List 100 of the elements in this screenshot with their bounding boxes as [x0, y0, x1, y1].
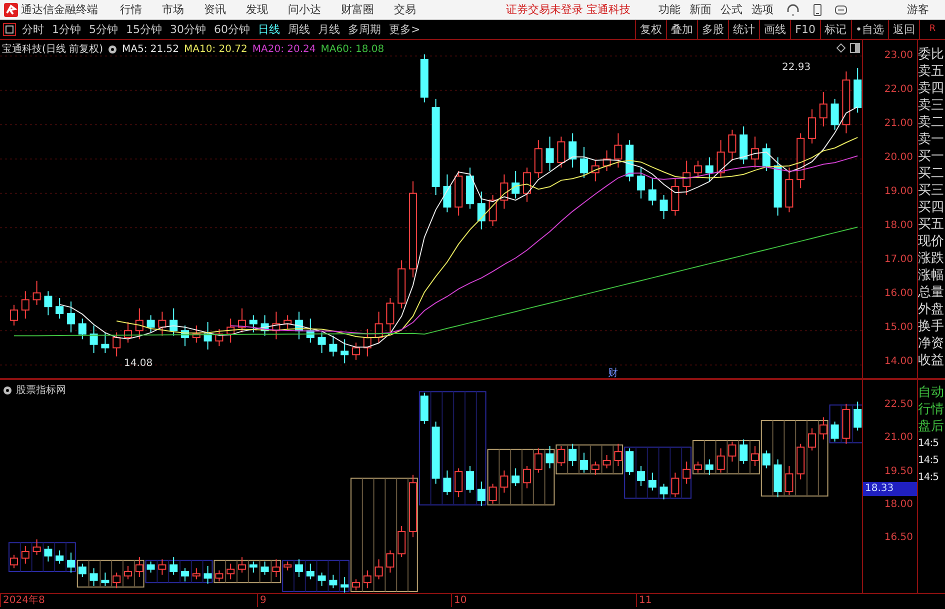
menu-item[interactable]: 行情 — [120, 2, 142, 17]
candlestick — [819, 416, 828, 440]
candlestick — [32, 538, 41, 556]
candlestick — [534, 448, 542, 474]
menu-item[interactable]: 市场 — [162, 2, 184, 17]
candlestick — [477, 481, 486, 506]
candlestick — [21, 290, 30, 320]
toolbar-item[interactable]: 公式 — [720, 2, 742, 17]
date-axis-label: 11 — [636, 594, 652, 607]
candlestick — [432, 421, 440, 484]
candlestick — [374, 558, 383, 580]
candlestick — [637, 167, 645, 199]
message-icon[interactable] — [834, 2, 848, 16]
period-tab[interactable]: 周线 — [288, 22, 310, 37]
candlestick — [398, 526, 406, 558]
period-tab[interactable]: 5分钟 — [89, 22, 118, 37]
moving-average-label: MA10: 20.72 — [184, 44, 248, 54]
period-tab[interactable]: 更多> — [389, 22, 420, 37]
menu-item[interactable]: 问小达 — [288, 2, 321, 17]
menu-item[interactable]: 发现 — [246, 2, 268, 17]
candlestick — [215, 328, 224, 347]
period-tab[interactable]: 月线 — [318, 22, 340, 37]
price-axis-label: 19.00 — [884, 185, 913, 199]
quote-field-label: 买三 — [918, 182, 945, 199]
candlestick — [626, 140, 634, 182]
candlestick — [716, 448, 725, 474]
candlestick — [249, 561, 258, 574]
chart-tool-button[interactable]: 复权 — [635, 20, 666, 39]
candlestick — [774, 156, 782, 216]
candlestick — [352, 342, 360, 360]
period-tab[interactable]: 30分钟 — [170, 22, 206, 37]
candlestick — [614, 132, 622, 168]
candlestick — [329, 574, 338, 589]
chart-tool-button[interactable]: 画线 — [759, 20, 790, 39]
settings-icon[interactable] — [3, 386, 12, 394]
candlestick — [854, 68, 862, 114]
quote-mode-label[interactable]: 盘后 — [918, 418, 945, 435]
chart-tool-button[interactable]: 统计 — [728, 20, 760, 39]
chart-tool-button[interactable]: F10 — [790, 20, 820, 39]
quote-field-label: 卖五 — [918, 63, 945, 80]
candlestick — [329, 335, 338, 357]
price-axis-label: 22.00 — [884, 83, 913, 97]
quote-field-label: 外盘 — [918, 301, 945, 318]
quote-mode-label[interactable]: 自动 — [918, 384, 945, 401]
price-axis-label: 17.00 — [884, 253, 913, 267]
chart-tool-button[interactable]: 返回 — [888, 20, 919, 39]
menu-item[interactable]: 交易 — [394, 2, 416, 17]
candlestick — [534, 140, 542, 178]
candlestick — [705, 156, 714, 182]
chart-tool-button[interactable]: 叠加 — [666, 20, 698, 39]
period-tab[interactable]: 分时 — [22, 22, 44, 37]
period-tab[interactable]: 日线 — [258, 22, 280, 37]
period-tab[interactable]: 1分钟 — [52, 22, 81, 37]
candlestick — [260, 314, 269, 336]
diamond-icon[interactable] — [836, 43, 846, 53]
candlestick — [112, 572, 121, 589]
toolbar-item[interactable]: 选项 — [752, 2, 774, 17]
candlestick — [306, 563, 314, 580]
chart-tool-button[interactable]: •自选 — [850, 20, 888, 39]
settings-icon[interactable] — [108, 44, 117, 54]
quote-field-label: 买一 — [918, 148, 945, 165]
toolbar-item[interactable]: 新面 — [690, 2, 712, 17]
candlestick — [591, 461, 600, 476]
candlestick — [10, 304, 18, 326]
candlestick — [500, 174, 508, 210]
candlestick — [112, 332, 121, 357]
menu-item[interactable]: 资讯 — [204, 2, 226, 17]
chart-tool-button[interactable]: 标记 — [820, 20, 850, 39]
price-axis-label: 22.50 — [884, 398, 913, 412]
quote-field-label: 买五 — [918, 216, 945, 233]
candlestick — [728, 129, 736, 162]
toolbar-item[interactable]: 功能 — [658, 2, 680, 17]
candlestick — [44, 290, 52, 316]
date-axis-label: 2024年8 — [0, 594, 45, 607]
panel-icon[interactable] — [850, 43, 860, 53]
candlestick — [56, 550, 64, 564]
candlestick — [170, 308, 178, 336]
chart-tool-button[interactable]: 多股 — [697, 20, 728, 39]
menu-item[interactable]: 财富圈 — [341, 2, 374, 17]
quote-field-label: 涨幅 — [918, 267, 945, 284]
candlestick — [580, 146, 588, 178]
period-tab[interactable]: 多周期 — [348, 22, 381, 37]
candlestick — [546, 136, 554, 172]
candlestick — [671, 177, 680, 216]
period-tab[interactable]: 60分钟 — [214, 22, 250, 37]
period-tab[interactable]: 15分钟 — [126, 22, 162, 37]
candlestick — [568, 443, 577, 467]
current-price-label: 18.33 — [863, 482, 917, 496]
candlestick — [56, 298, 64, 320]
candlestick — [238, 308, 246, 333]
candlestick — [146, 314, 155, 333]
quote-mode-label[interactable]: 行情 — [918, 401, 945, 418]
user-name[interactable]: 游客 — [907, 2, 929, 17]
candlestick — [215, 570, 224, 582]
candlestick — [158, 311, 166, 336]
candlestick — [477, 191, 486, 230]
candlestick — [443, 174, 452, 213]
window-icon[interactable] — [3, 23, 16, 36]
headset-icon[interactable] — [786, 2, 800, 16]
candlestick — [546, 446, 554, 469]
